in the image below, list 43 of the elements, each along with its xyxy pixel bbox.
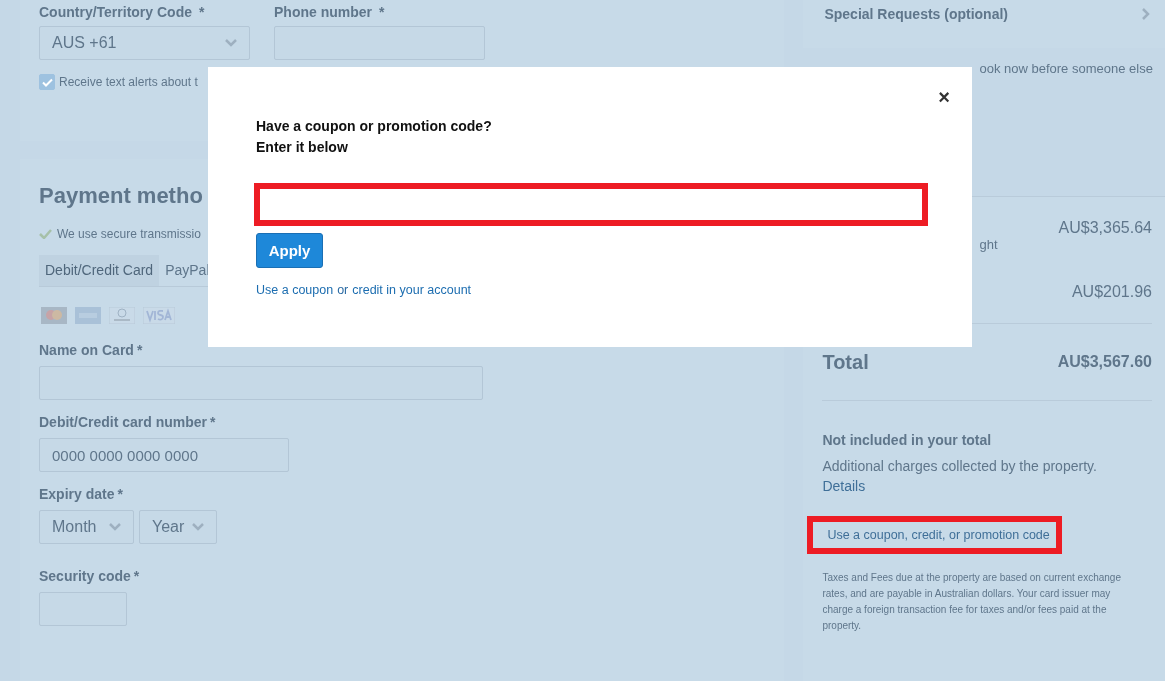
field-label: Debit/Credit card number *: [39, 414, 216, 430]
section-heading: Payment metho: [39, 183, 203, 209]
price-value: AU$3,365.64: [1058, 218, 1152, 237]
card-logo-icon: [41, 307, 67, 324]
card-logo-icon: [109, 307, 135, 324]
chevron-down-icon: [109, 523, 121, 531]
dialog-title: Have a coupon or promotion code?: [256, 117, 492, 136]
field-label: Expiry date *: [39, 486, 123, 502]
additional-charges-text: Additional charges collected by the property.: [822, 458, 1098, 474]
fine-print: Taxes and Fees due at the property are based on current exchange rates, and are payable in Australian dollars. Your card issuer may charge a foreign transaction fee for taxes and/or fees paid at the property.: [822, 571, 1122, 633]
chevron-right-icon: [1142, 8, 1150, 20]
field-label: Security code *: [39, 568, 140, 584]
field-label: Phone number *: [274, 4, 386, 20]
price-value: AU$201.96: [1071, 282, 1152, 301]
account-credit-link[interactable]: credit in your account: [352, 283, 472, 297]
year-select[interactable]: Year: [139, 510, 217, 544]
country-select[interactable]: AUS +61: [39, 26, 250, 60]
field-label: Name on Card *: [39, 342, 143, 358]
chevron-down-icon: [225, 39, 237, 47]
payment-tab[interactable]: Debit/Credit Card: [39, 255, 160, 286]
or-text: or: [337, 283, 349, 297]
card-logo-icon: [75, 307, 101, 324]
coupon-link[interactable]: Use a coupon, credit, or promotion code: [807, 516, 1062, 554]
apply-button[interactable]: Apply: [256, 233, 323, 268]
details-link[interactable]: Details: [822, 478, 866, 494]
month-select[interactable]: Month: [39, 510, 134, 544]
total-value: AU$3,567.60: [1057, 353, 1152, 371]
coupon-code-field[interactable]: [254, 183, 928, 226]
not-included-heading: Not included in your total: [822, 432, 993, 448]
card-number-input[interactable]: 0000 0000 0000 0000: [39, 438, 289, 472]
checkbox[interactable]: [39, 74, 55, 90]
price-label: ght: [979, 237, 998, 252]
total-label: Total: [822, 350, 869, 374]
card-logo-icon: [143, 307, 175, 324]
field-label: Country/Territory Code *: [39, 4, 206, 20]
checkbox-label: Receive text alerts about t: [59, 75, 198, 89]
coupon-link[interactable]: Use a coupon: [256, 283, 334, 297]
checkmark-icon: [39, 229, 52, 239]
secure-note: We use secure transmissio: [57, 227, 201, 241]
dialog-subtitle: Enter it below: [256, 138, 348, 157]
chevron-down-icon: [192, 523, 204, 531]
close-button[interactable]: ×: [938, 87, 950, 107]
urgency-text: ook now before someone else: [979, 61, 1153, 76]
